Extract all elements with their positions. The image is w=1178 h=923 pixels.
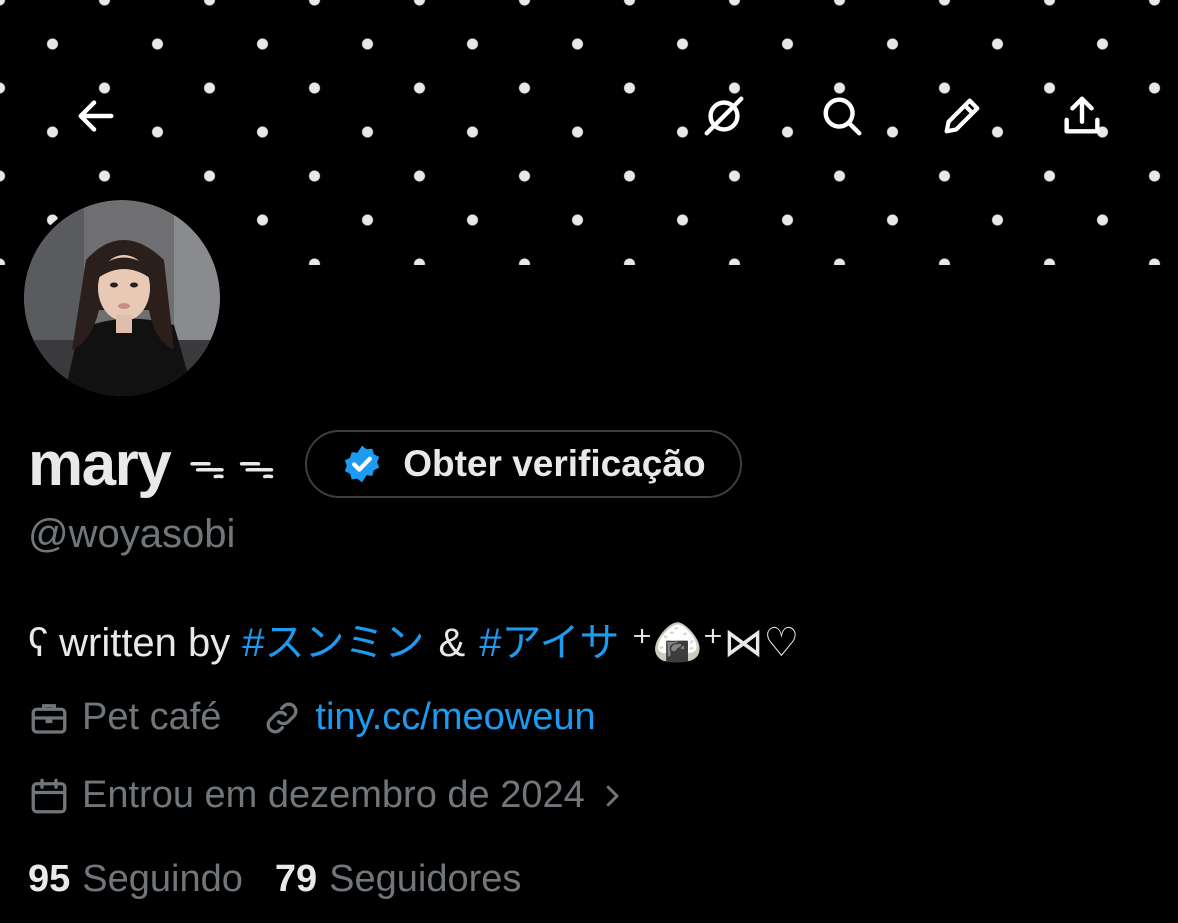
joined-date: Entrou em dezembro de 2024 [82,774,585,816]
following-count: 95 [28,858,71,900]
profile-website-link[interactable]: tiny.cc/meoweun [315,696,595,739]
name-row: mary ᯓ ᯓ Obter verificação [28,428,742,500]
following-stat[interactable]: 95 Seguindo [28,858,243,901]
avatar-photo [24,200,220,396]
back-arrow-icon [78,100,114,132]
grok-icon [704,96,744,136]
briefcase-icon [31,703,67,734]
grok-button[interactable] [692,84,756,148]
chevron-right-icon [606,785,619,806]
bio-hashtag-1[interactable]: #スンミン [242,610,424,668]
followers-stat[interactable]: 79 Seguidores [275,858,522,901]
following-label: Seguindo [82,858,243,900]
followers-count: 79 [274,858,318,900]
search-button[interactable] [810,84,874,148]
followers-label: Seguidores [329,858,522,900]
get-verified-button[interactable]: Obter verificação [305,430,742,498]
verified-badge-icon [345,445,380,483]
calendar-icon [31,778,67,813]
search-icon [823,97,862,136]
bio: ʕ written by #スンミン & #アイサ ⁺🍙⁺⋈♡ [28,610,799,668]
share-button[interactable] [1050,84,1114,148]
bio-prefix: ʕ written by [28,621,231,665]
avatar[interactable] [24,200,220,396]
profile-category: Pet café [82,696,222,738]
display-name: mary [28,429,172,499]
edit-button[interactable] [930,84,994,148]
bio-ampersand: & [438,621,466,665]
bio-decoration: ⁺🍙⁺⋈♡ [631,620,800,666]
profile-meta-row: Pet café tiny.cc/meoweun [28,696,596,739]
bio-hashtag-2[interactable]: #アイサ [479,610,619,668]
edit-pencil-icon [944,98,980,134]
name-decoration: ᯓ ᯓ [188,443,276,487]
follow-stats: 95 Seguindo 79 Seguidores [28,858,521,901]
joined-date-row[interactable]: Entrou em dezembro de 2024 [28,774,627,817]
share-upload-icon [1064,96,1100,134]
get-verified-label: Obter verificação [403,443,706,484]
back-button[interactable] [64,84,128,148]
user-handle: @woyasobi [28,512,236,556]
link-icon [266,702,298,733]
